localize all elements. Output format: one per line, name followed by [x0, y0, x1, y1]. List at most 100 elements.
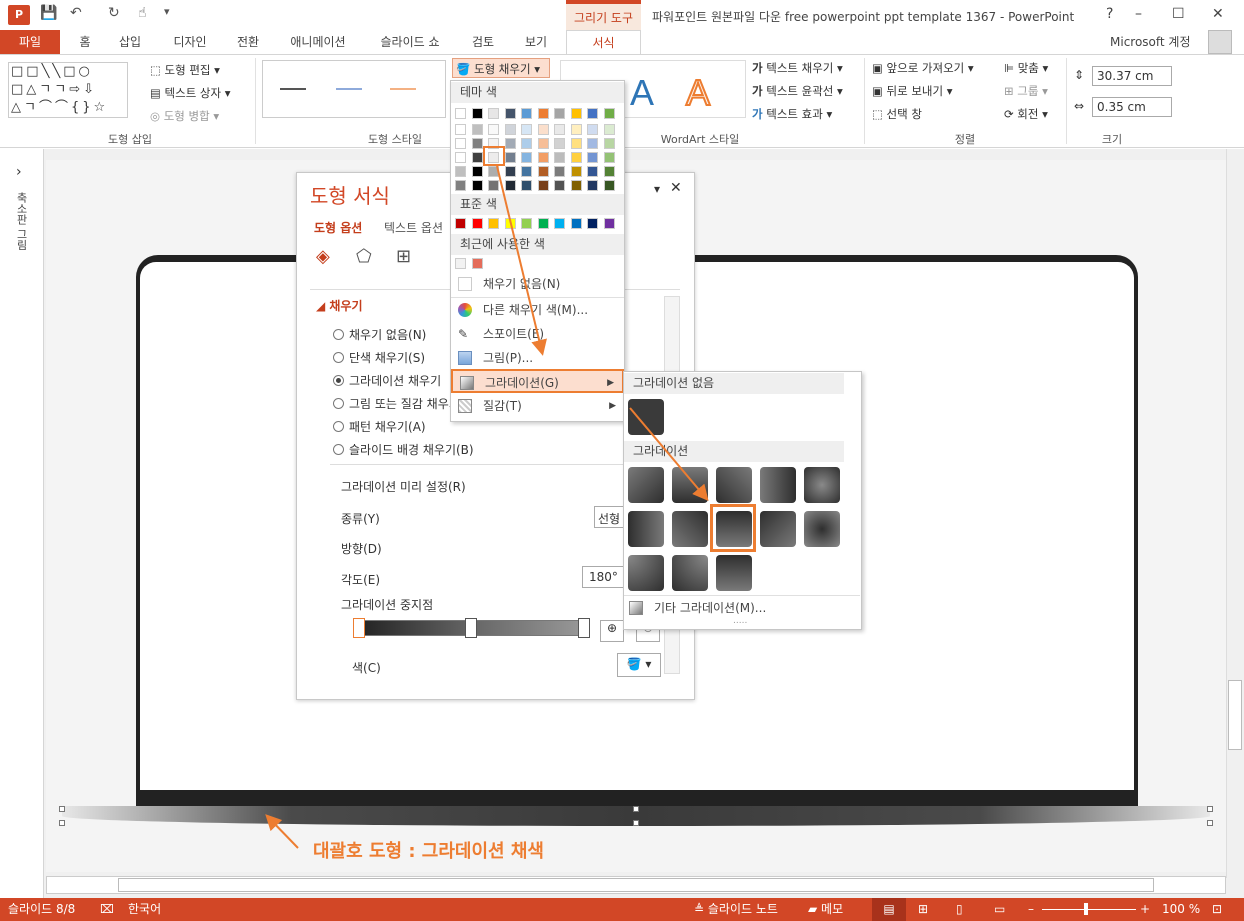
theme-color-swatch[interactable] — [521, 152, 532, 163]
standard-color-swatch[interactable] — [587, 218, 598, 229]
resize-grip[interactable]: ..... — [733, 616, 747, 626]
theme-color-swatch[interactable] — [521, 166, 532, 177]
shape-fill-button[interactable]: 🪣 도형 채우기 ▾ — [452, 58, 550, 78]
bring-forward-button[interactable]: ▣ 앞으로 가져오기 ▾ — [872, 60, 974, 76]
theme-color-swatch[interactable] — [570, 138, 582, 149]
theme-color-swatch[interactable] — [570, 108, 582, 119]
theme-color-swatch[interactable] — [587, 180, 598, 191]
thumbnails-label[interactable]: 축소판 그림 — [13, 192, 29, 251]
text-fill-button[interactable]: 가 텍스트 채우기 ▾ — [752, 60, 843, 76]
radio-picture-fill[interactable]: 그림 또는 질감 채우기 — [333, 395, 460, 412]
edit-shape-button[interactable]: ⬚ 도형 편집 ▾ — [150, 62, 220, 78]
gradient-preset-tile[interactable] — [760, 467, 796, 503]
theme-color-swatch[interactable] — [504, 152, 516, 163]
theme-color-swatch[interactable] — [488, 124, 499, 135]
theme-color-swatch[interactable] — [471, 138, 483, 149]
theme-color-swatch[interactable] — [455, 124, 466, 135]
effects-icon[interactable]: ⬠ — [356, 246, 372, 267]
theme-color-swatch[interactable] — [587, 108, 598, 119]
standard-color-swatch[interactable] — [570, 218, 582, 229]
expand-thumbnails-icon[interactable]: › — [16, 164, 22, 180]
theme-color-swatch[interactable] — [504, 124, 516, 135]
slide-caption[interactable]: 대괄호 도형 : 그라데이션 채색 — [313, 837, 544, 863]
fit-to-window-icon[interactable]: ⊡ — [1212, 898, 1222, 921]
slideshow-view-icon[interactable]: ▭ — [994, 898, 1005, 921]
comments-button[interactable]: ▰ 메모 — [808, 898, 843, 921]
radio-gradient-fill[interactable]: 그라데이션 채우기 — [333, 372, 441, 389]
gradient-preset-tile[interactable] — [672, 467, 708, 503]
menu-no-fill[interactable]: 채우기 없음(N) — [451, 272, 624, 296]
notes-button[interactable]: ≜ 슬라이드 노트 — [694, 898, 778, 921]
gradient-preset-tile[interactable] — [804, 467, 840, 503]
theme-color-swatch[interactable] — [587, 152, 598, 163]
vertical-scrollbar[interactable] — [1226, 149, 1244, 878]
help-button[interactable]: ? — [1106, 6, 1113, 22]
shapes-gallery[interactable]: □□╲╲□○ □△ㄱㄱ⇨⇩ △ㄱ⌒⌒{}☆ — [8, 62, 128, 118]
tab-file[interactable]: 파일 — [0, 30, 60, 54]
resize-handle[interactable] — [633, 820, 639, 826]
gradient-preset-tile[interactable] — [628, 555, 664, 591]
theme-color-swatch[interactable] — [603, 180, 615, 191]
slide-counter[interactable]: 슬라이드 8/8 — [8, 898, 75, 921]
gradient-preset-tile[interactable] — [628, 511, 664, 547]
tab-design[interactable]: 디자인 — [165, 30, 215, 54]
menu-picture[interactable]: 그림(P)... — [451, 346, 624, 370]
theme-color-swatch[interactable] — [537, 138, 549, 149]
theme-color-swatch[interactable] — [521, 138, 532, 149]
normal-view-icon[interactable]: ▤ — [872, 898, 906, 921]
avatar[interactable] — [1208, 30, 1232, 54]
theme-color-swatch[interactable] — [455, 152, 466, 163]
stop-color-button[interactable]: 🪣 ▾ — [617, 653, 661, 677]
gradient-angle-input[interactable]: 180° — [582, 566, 626, 588]
theme-color-swatch[interactable] — [570, 166, 582, 177]
standard-color-swatch[interactable] — [521, 218, 532, 229]
horizontal-scroll-thumb[interactable] — [118, 878, 1154, 892]
tab-view[interactable]: 보기 — [516, 30, 556, 54]
theme-color-swatch[interactable] — [554, 108, 565, 119]
resize-handle[interactable] — [1207, 820, 1213, 826]
style-sample-orange[interactable] — [390, 88, 416, 90]
resize-handle[interactable] — [633, 806, 639, 812]
radio-no-fill[interactable]: 채우기 없음(N) — [333, 326, 426, 343]
theme-color-swatch[interactable] — [471, 108, 483, 119]
theme-color-swatch[interactable] — [471, 166, 483, 177]
tab-animations[interactable]: 애니메이션 — [283, 30, 353, 54]
redo-icon[interactable]: ↻ — [108, 5, 120, 25]
theme-color-swatch[interactable] — [570, 180, 582, 191]
theme-color-swatch[interactable] — [554, 124, 565, 135]
theme-color-swatch[interactable] — [455, 166, 466, 177]
resize-handle[interactable] — [59, 820, 65, 826]
recent-color-swatch[interactable] — [455, 258, 466, 269]
theme-color-swatch[interactable] — [471, 180, 483, 191]
add-stop-icon[interactable]: ⊕ — [600, 620, 624, 642]
gradient-none-tile[interactable] — [628, 399, 664, 435]
group-button[interactable]: ⊞ 그룹 ▾ — [1004, 83, 1048, 99]
standard-color-swatch[interactable] — [603, 218, 615, 229]
menu-more-colors[interactable]: 다른 채우기 색(M)... — [451, 298, 624, 322]
save-icon[interactable]: 💾 — [40, 5, 57, 25]
gradient-stop-handle[interactable] — [353, 618, 365, 638]
theme-color-swatch[interactable] — [570, 152, 582, 163]
zoom-out-icon[interactable]: – — [1028, 898, 1034, 921]
resize-handle[interactable] — [1207, 806, 1213, 812]
restore-button[interactable]: ☐ — [1172, 6, 1185, 22]
gradient-preset-tile[interactable] — [672, 555, 708, 591]
standard-color-swatch[interactable] — [554, 218, 565, 229]
account-name[interactable]: Microsoft 계정 — [1110, 33, 1191, 50]
touch-mode-icon[interactable]: ☝ — [138, 5, 147, 25]
send-backward-button[interactable]: ▣ 뒤로 보내기 ▾ — [872, 83, 953, 99]
close-button[interactable]: ✕ — [1212, 6, 1224, 22]
theme-color-swatch[interactable] — [504, 108, 516, 119]
gradient-preset-tile[interactable] — [804, 511, 840, 547]
theme-color-swatch[interactable] — [603, 124, 615, 135]
theme-color-swatch[interactable] — [455, 138, 466, 149]
pane-close-icon[interactable]: ✕ — [670, 180, 682, 196]
gradient-preset-tile[interactable] — [672, 511, 708, 547]
theme-color-swatch[interactable] — [603, 138, 615, 149]
theme-color-swatch[interactable] — [537, 180, 549, 191]
slide-sorter-icon[interactable]: ⊞ — [918, 898, 928, 921]
theme-color-swatch[interactable] — [521, 124, 532, 135]
language-indicator[interactable]: 한국어 — [128, 898, 161, 921]
theme-color-swatch[interactable] — [537, 152, 549, 163]
theme-color-swatch[interactable] — [587, 138, 598, 149]
